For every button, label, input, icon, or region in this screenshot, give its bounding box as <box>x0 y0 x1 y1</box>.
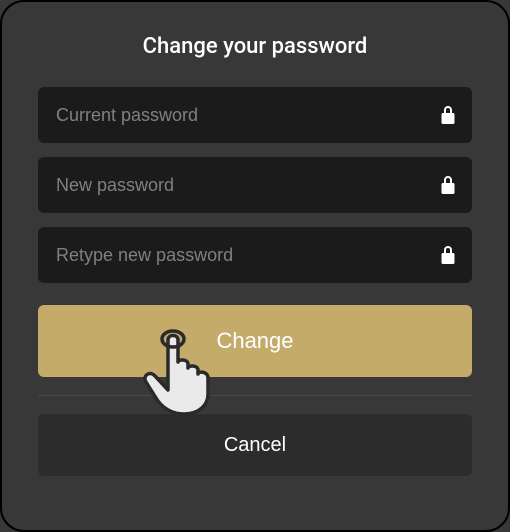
current-password-field <box>38 87 472 143</box>
new-password-input[interactable] <box>38 157 472 213</box>
retype-password-field <box>38 227 472 283</box>
current-password-input[interactable] <box>38 87 472 143</box>
change-button[interactable]: Change <box>38 305 472 377</box>
page-title: Change your password <box>38 34 472 59</box>
cancel-button[interactable]: Cancel <box>38 414 472 476</box>
retype-password-input[interactable] <box>38 227 472 283</box>
new-password-field <box>38 157 472 213</box>
divider <box>38 395 472 396</box>
